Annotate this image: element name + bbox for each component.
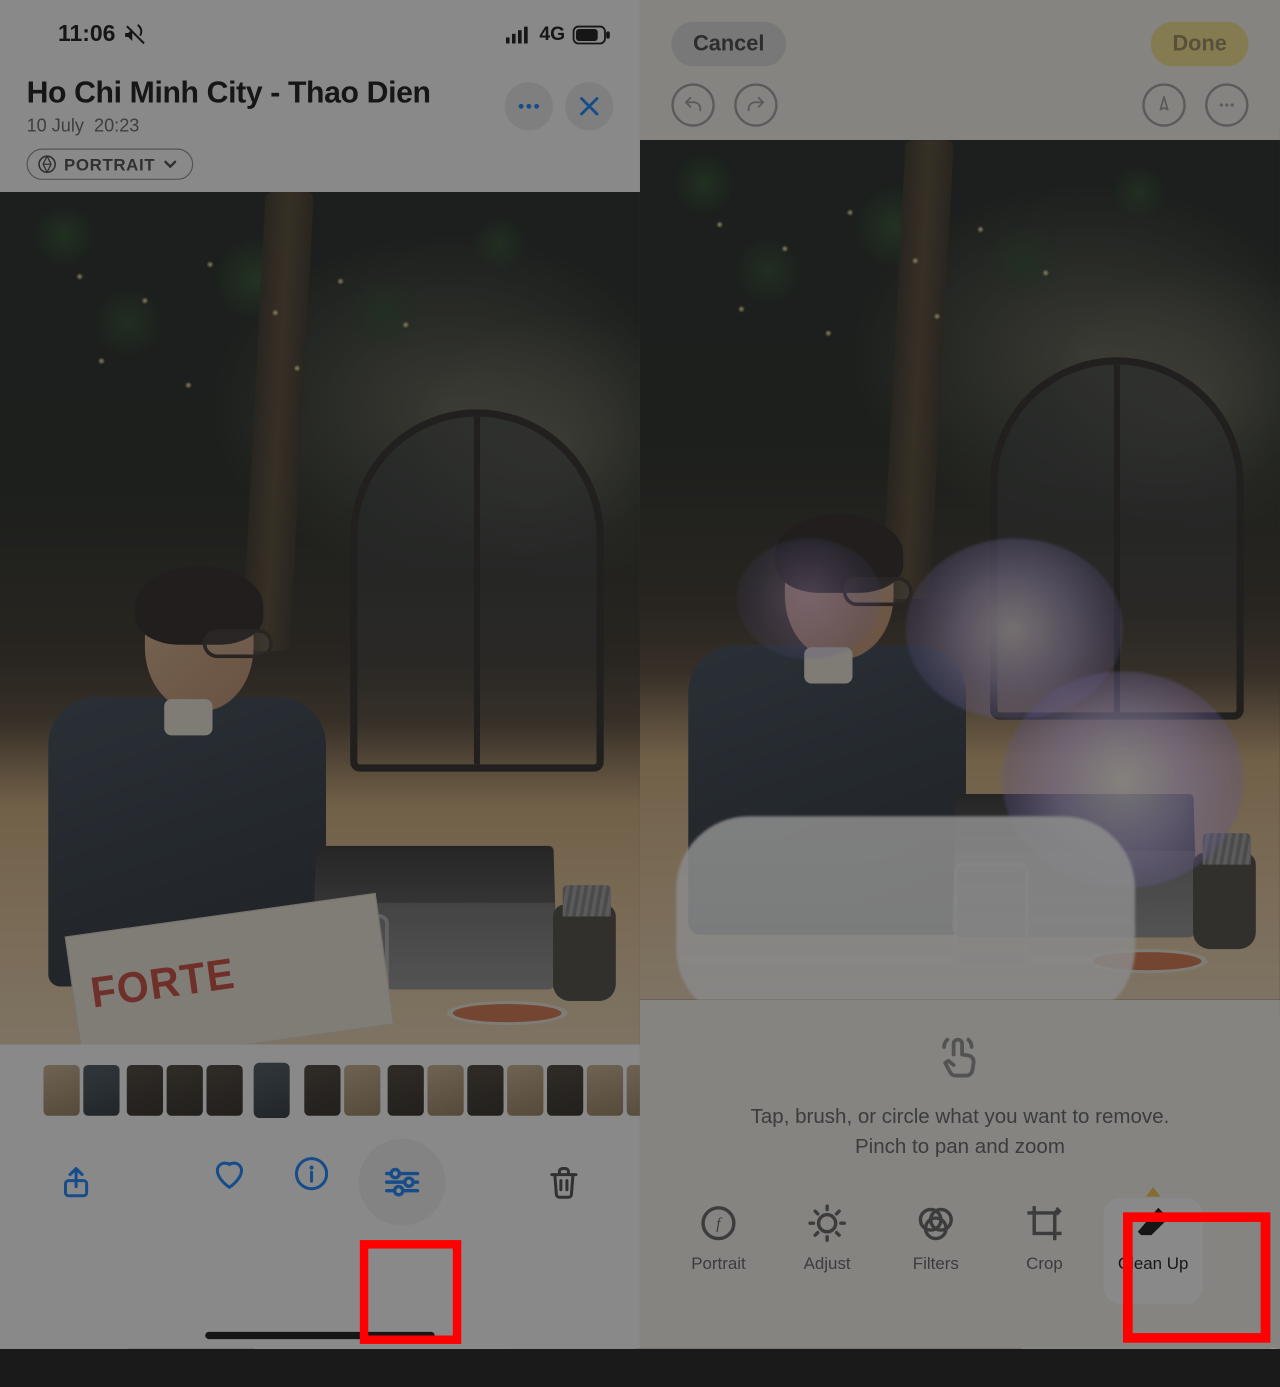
thumbnail[interactable] — [206, 1065, 242, 1116]
cleanup-hint: Tap, brush, or circle what you want to r… — [640, 1000, 1280, 1174]
edit-tools-bar: f Portrait Adjust Filters Crop Clean Up — [640, 1174, 1280, 1304]
redo-icon — [745, 94, 767, 116]
more-button[interactable] — [1205, 83, 1248, 126]
thumbnail[interactable] — [627, 1065, 640, 1116]
home-indicator[interactable] — [205, 1332, 434, 1339]
annotation-highlight-edit — [360, 1240, 461, 1344]
close-icon — [576, 93, 603, 120]
thumbnail[interactable] — [127, 1065, 163, 1116]
more-options-button[interactable] — [505, 82, 553, 130]
thumbnail[interactable] — [427, 1065, 463, 1116]
share-icon — [58, 1164, 94, 1200]
tool-cleanup[interactable]: Clean Up — [1104, 1198, 1203, 1304]
thumbnail-selected[interactable] — [254, 1063, 290, 1119]
hint-line-2: Pinch to pan and zoom — [688, 1132, 1231, 1162]
eraser-icon — [1133, 1203, 1174, 1244]
sliders-icon — [382, 1162, 423, 1203]
edit-button[interactable] — [359, 1139, 446, 1226]
thumbnail[interactable] — [507, 1065, 543, 1116]
filters-icon — [915, 1203, 956, 1244]
thumbnail[interactable] — [304, 1065, 340, 1116]
photo-toolbar — [0, 1131, 640, 1225]
photos-detail-view: 11:06 4G Ho Chi Minh City - Thao Dien 10… — [0, 0, 640, 1349]
aperture-icon: f — [698, 1203, 739, 1244]
edit-top-bar: Cancel Done — [640, 0, 1280, 77]
photo-edit-cleanup-view: Cancel Done — [640, 0, 1280, 1349]
ellipsis-icon — [516, 93, 543, 120]
ellipsis-icon — [1216, 94, 1238, 116]
share-button[interactable] — [41, 1147, 111, 1217]
thumbnail[interactable] — [43, 1065, 79, 1116]
close-button[interactable] — [565, 82, 613, 130]
cancel-button[interactable]: Cancel — [671, 21, 786, 66]
info-button[interactable] — [277, 1139, 347, 1209]
tool-portrait[interactable]: f Portrait — [669, 1198, 768, 1304]
thumbnail[interactable] — [344, 1065, 380, 1116]
crop-icon — [1024, 1203, 1065, 1244]
thumbnail[interactable] — [547, 1065, 583, 1116]
markup-button[interactable] — [1142, 83, 1185, 126]
edit-sub-bar — [640, 77, 1280, 140]
photo-main[interactable] — [0, 192, 640, 1044]
hint-line-1: Tap, brush, or circle what you want to r… — [688, 1102, 1231, 1132]
status-bar: 11:06 4G — [0, 0, 640, 65]
done-button[interactable]: Done — [1151, 21, 1249, 66]
heart-icon — [211, 1156, 247, 1192]
carrier-label: 4G — [539, 24, 565, 46]
location-title: Ho Chi Minh City - Thao Dien — [27, 75, 431, 111]
trash-icon — [546, 1164, 582, 1200]
info-icon — [293, 1156, 329, 1192]
aperture-icon — [37, 155, 56, 174]
chevron-down-icon — [162, 157, 176, 171]
photo-edit-canvas[interactable] — [640, 140, 1280, 1000]
svg-text:f: f — [716, 1216, 723, 1233]
battery-icon — [572, 25, 611, 44]
tool-adjust[interactable]: Adjust — [778, 1198, 877, 1304]
thumbnail[interactable] — [467, 1065, 503, 1116]
thumbnail[interactable] — [167, 1065, 203, 1116]
photo-header: Ho Chi Minh City - Thao Dien 10 July 20:… — [0, 65, 640, 192]
datetime-subtitle: 10 July 20:23 — [27, 116, 431, 137]
thumbnail[interactable] — [388, 1065, 424, 1116]
tool-filters[interactable]: Filters — [886, 1198, 985, 1304]
silent-icon — [123, 23, 147, 47]
tap-gesture-icon — [935, 1031, 986, 1088]
thumbnail[interactable] — [587, 1065, 623, 1116]
signal-icon — [506, 27, 533, 44]
markup-icon — [1153, 94, 1175, 116]
tool-crop[interactable]: Crop — [995, 1198, 1094, 1304]
status-time: 11:06 — [58, 22, 115, 49]
thumbnail-strip[interactable] — [0, 1044, 640, 1131]
adjust-icon — [807, 1203, 848, 1244]
redo-button[interactable] — [734, 83, 777, 126]
cleanup-selection — [737, 539, 882, 660]
undo-icon — [682, 94, 704, 116]
cleanup-selection — [676, 816, 1135, 1000]
favorite-button[interactable] — [194, 1139, 264, 1209]
undo-button[interactable] — [671, 83, 714, 126]
thumbnail[interactable] — [83, 1065, 119, 1116]
portrait-badge[interactable]: PORTRAIT — [27, 149, 193, 180]
delete-button[interactable] — [529, 1147, 599, 1217]
